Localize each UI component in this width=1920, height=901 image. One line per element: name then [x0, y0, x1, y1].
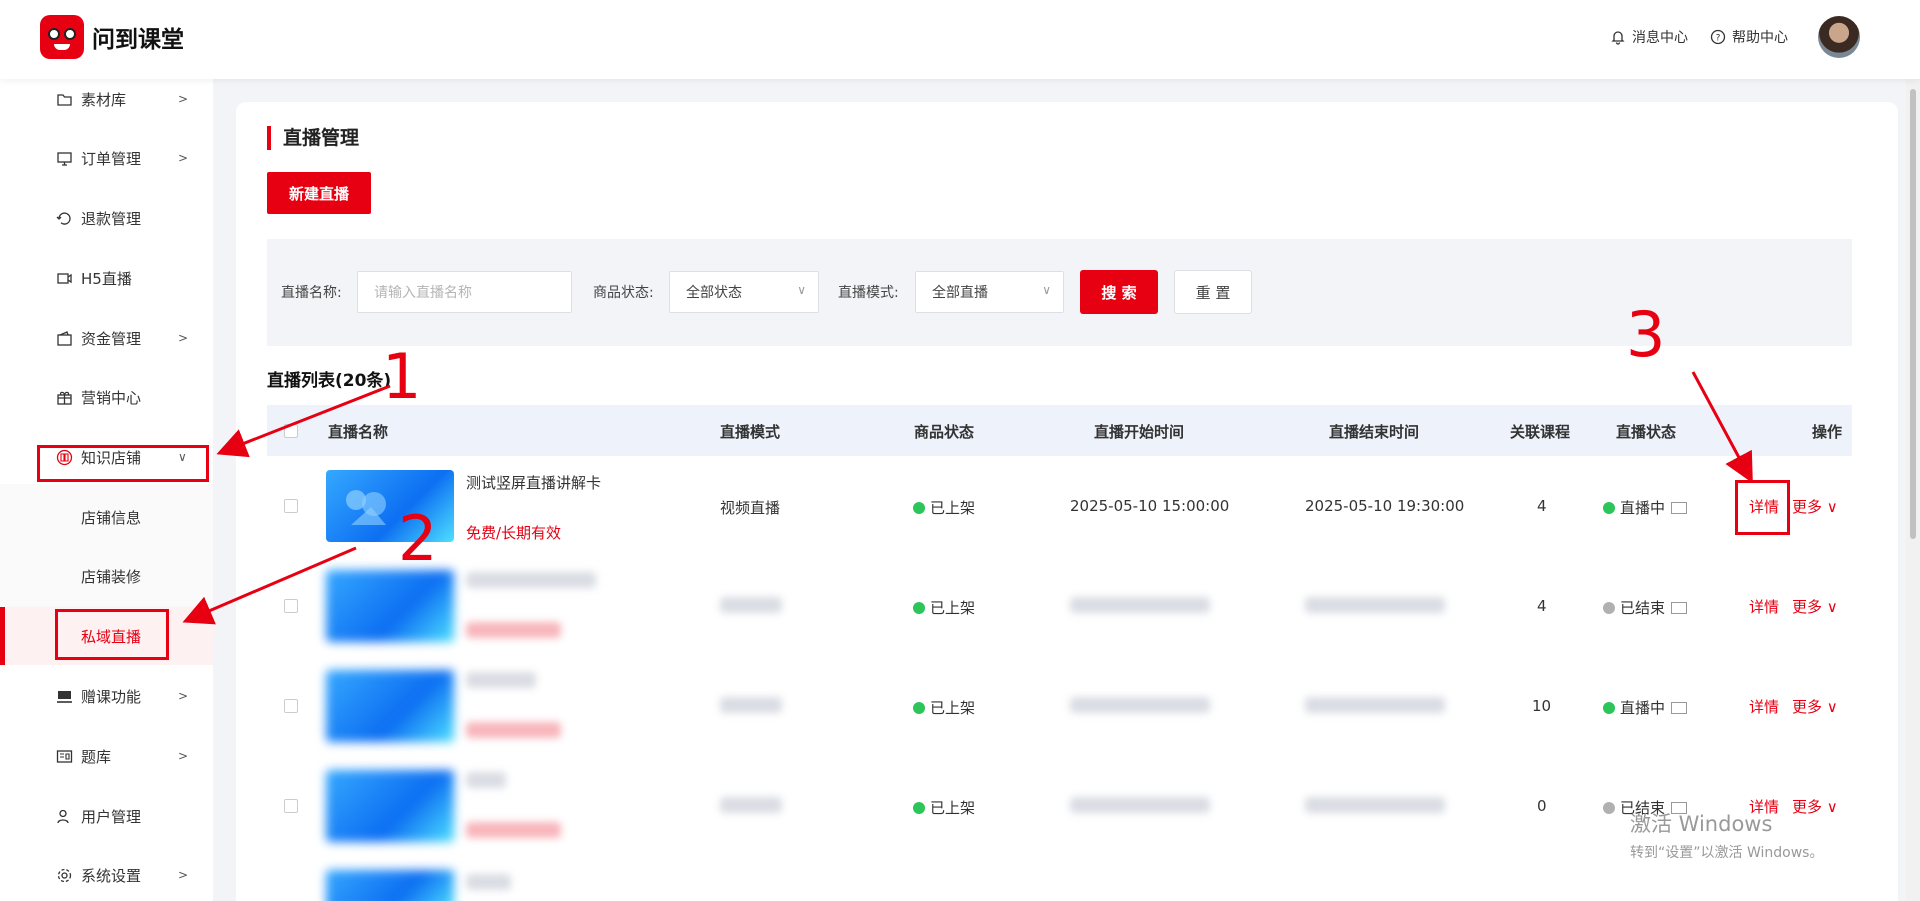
help-link[interactable]: ? 帮助中心	[1710, 27, 1788, 47]
help-icon: ?	[1710, 29, 1726, 45]
svg-text:?: ?	[1716, 34, 1721, 44]
annotation-arrow-3	[1691, 371, 1753, 484]
avatar[interactable]	[1818, 16, 1860, 58]
logo-text: 问到课堂	[92, 27, 184, 53]
annotation-arrow-2	[182, 546, 357, 625]
annotation-arrows	[182, 371, 1753, 625]
logo[interactable]: 问到课堂	[40, 15, 184, 59]
annotation-arrow-1	[216, 384, 391, 458]
help-label: 帮助中心	[1732, 30, 1788, 46]
top-header: 问到课堂 消息中心 ? 帮助中心	[0, 0, 1920, 79]
bell-icon	[1611, 31, 1625, 45]
logo-icon	[40, 15, 84, 59]
messages-link[interactable]: 消息中心	[1610, 27, 1688, 47]
messages-label: 消息中心	[1632, 30, 1688, 46]
